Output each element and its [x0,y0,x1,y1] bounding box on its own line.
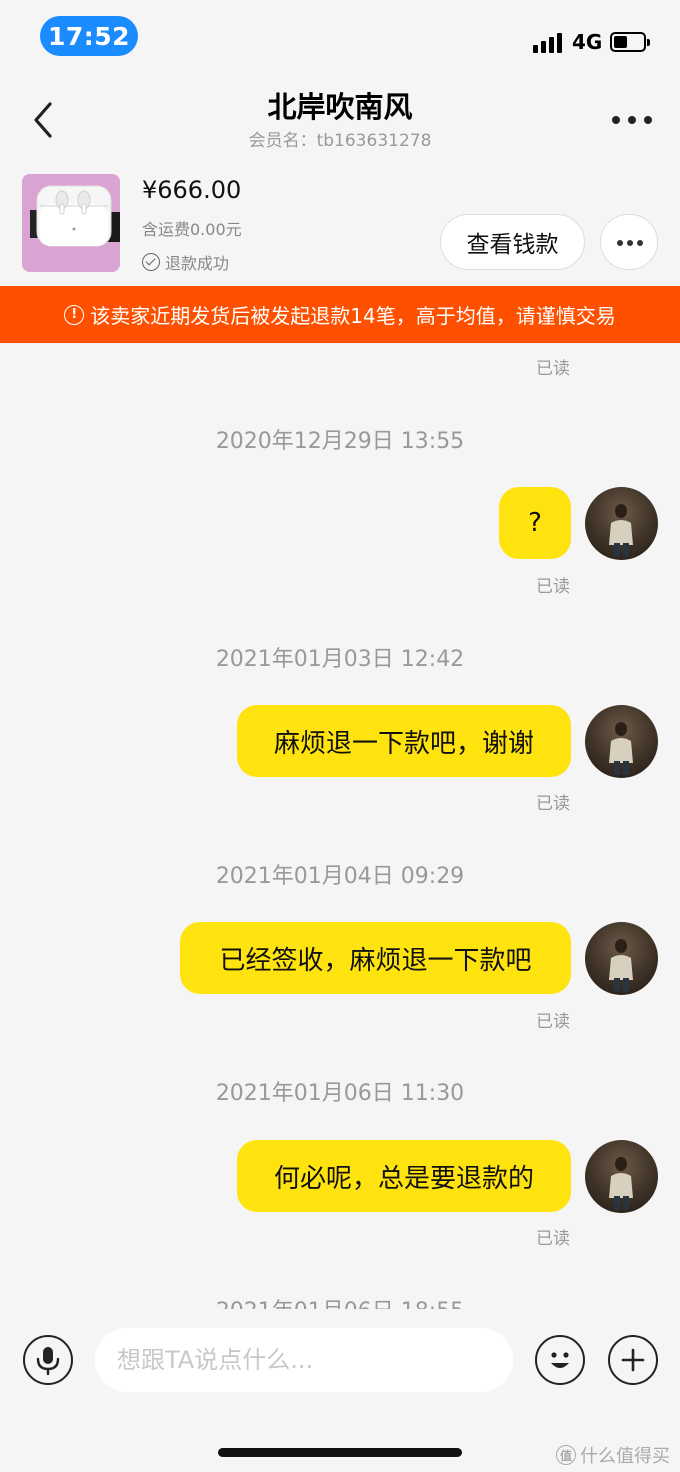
check-circle-icon [142,253,160,271]
chat-title: 北岸吹南风 [267,90,413,124]
message-timestamp: 2021年01月06日 11:30 [215,1081,465,1106]
message-timestamp: 2021年01月03日 12:42 [215,647,465,672]
product-price: ¥666.00 [142,176,242,204]
signal-bars-icon [533,31,565,53]
status-time: 17:52 [40,16,138,56]
read-receipt: 已读 [536,359,570,379]
clipped-timestamp-wrap: 2021年01月06日 18:55 [0,1290,680,1309]
battery-icon [610,32,650,52]
refund-status: 退款成功 [142,250,229,274]
avatar[interactable] [585,705,658,778]
member-name: 会员名：tb163631278 [248,131,432,151]
message-bubble[interactable]: 何必呢，总是要退款的 [237,1140,571,1212]
message-input[interactable] [95,1328,513,1392]
plus-icon[interactable] [608,1335,658,1385]
message-bubble[interactable]: 麻烦退一下款吧，谢谢 [237,705,571,777]
read-receipt: 已读 [536,794,570,814]
view-money-button[interactable]: 查看钱款 [440,214,585,270]
avatar[interactable] [585,487,658,560]
message-timestamp: 2021年01月04日 09:29 [215,864,465,889]
airpods-product-image[interactable] [22,174,120,272]
exclamation-circle-icon: ! [64,304,85,325]
message-timestamp: 2021年01月06日 18:55 [0,1293,680,1309]
risk-warning-banner[interactable]: ! 该卖家近期发货后被发起退款14笔，高于均值，请谨慎交易 [0,286,680,343]
message-timestamp: 2020年12月29日 13:55 [215,429,465,454]
message-bubble[interactable]: 已经签收，麻烦退一下款吧 [180,922,571,994]
watermark-logo: 值 [556,1445,576,1465]
product-more-button[interactable] [600,214,658,270]
warning-text: 该卖家近期发货后被发起退款14笔，高于均值，请谨慎交易 [90,304,616,328]
read-receipt: 已读 [536,1012,570,1032]
message-bubble[interactable]: ? [499,487,571,559]
avatar[interactable] [585,922,658,995]
avatar[interactable] [585,1140,658,1213]
emoji-smile-icon[interactable] [535,1335,585,1385]
home-indicator [218,1448,462,1457]
refund-status-label: 退款成功 [165,254,230,273]
read-receipt: 已读 [536,577,570,597]
watermark-text: 什么值得买 [580,1446,670,1467]
microphone-icon[interactable] [23,1335,73,1385]
network-type: 4G [572,30,603,54]
read-receipt: 已读 [536,1229,570,1249]
more-dots-icon[interactable] [612,116,652,124]
shipping-fee: 含运费0.00元 [142,220,242,239]
watermark: 值 什么值得买 [556,1442,670,1468]
